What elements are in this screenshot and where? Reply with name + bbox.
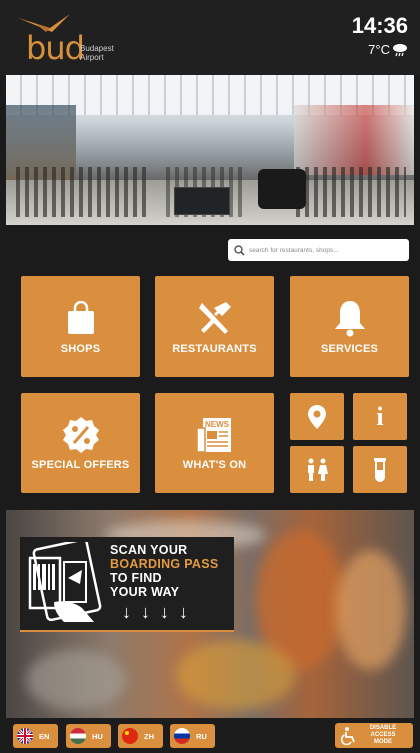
access-mode-label: DISABLE ACCESS MODE — [369, 725, 397, 745]
clock: 14:36 — [351, 13, 408, 38]
language-label: ZH — [144, 731, 154, 741]
toilets-icon — [308, 458, 328, 481]
language-ru-button[interactable]: RU — [170, 724, 215, 748]
hungary-flag-icon — [70, 728, 86, 744]
map-pin-icon — [308, 404, 326, 429]
shops-label: SHOPS — [60, 343, 101, 355]
down-arrows: ↓ ↓ ↓ ↓ — [122, 602, 188, 623]
weather: 7°C — [368, 42, 408, 58]
services-label: SERVICES — [320, 343, 379, 355]
discount-badge-icon — [62, 417, 99, 453]
header: bud Budapest Airport 14:36 7°C — [0, 0, 420, 75]
restaurants-label: RESTAURANTS — [172, 343, 257, 355]
map-tile[interactable] — [290, 393, 344, 440]
logo-subtitle: Budapest Airport — [80, 44, 114, 62]
boarding-pass-scan-icon — [28, 542, 102, 622]
language-zh-button[interactable]: ZH — [118, 724, 163, 748]
china-flag-icon — [122, 728, 138, 744]
lab-tile[interactable] — [353, 446, 407, 493]
shops-tile[interactable]: SHOPS — [21, 276, 140, 377]
special-offers-tile[interactable]: SPECIAL OFFERS — [21, 393, 140, 493]
cloud-rain-icon — [393, 44, 407, 57]
language-hu-button[interactable]: HU — [66, 724, 111, 748]
search-box[interactable] — [228, 239, 409, 261]
toilets-tile[interactable] — [290, 446, 344, 493]
news-text: NEWS — [205, 420, 230, 429]
newspaper-icon: NEWS — [195, 418, 231, 453]
disable-access-mode-button[interactable]: DISABLE ACCESS MODE — [335, 723, 413, 748]
fork-knife-icon — [198, 302, 231, 334]
scan-text: SCAN YOUR BOARDING PASS TO FIND YOUR WAY — [110, 543, 219, 599]
test-tube-icon — [374, 457, 386, 482]
terminal-photo — [6, 75, 414, 225]
whats-on-label: WHAT'S ON — [182, 459, 247, 471]
bell-icon — [334, 301, 365, 337]
whats-on-tile[interactable]: NEWS WHAT'S ON — [155, 393, 274, 493]
logo-text: bud — [26, 29, 85, 67]
restaurants-tile[interactable]: RESTAURANTS — [155, 276, 274, 377]
info-icon: i — [376, 401, 384, 431]
search-input[interactable] — [249, 246, 399, 254]
language-label: RU — [196, 731, 207, 741]
wheelchair-icon — [341, 726, 355, 745]
info-tile[interactable]: i — [353, 393, 407, 440]
down-arrow-icon: ↓ — [160, 602, 169, 622]
shopping-bag-icon — [67, 301, 94, 334]
down-arrow-icon: ↓ — [179, 602, 188, 622]
services-tile[interactable]: SERVICES — [290, 276, 409, 377]
uk-flag-icon — [17, 728, 33, 744]
russia-flag-icon — [174, 728, 190, 744]
language-label: EN — [39, 731, 50, 741]
down-arrow-icon: ↓ — [141, 602, 150, 622]
search-icon — [234, 244, 245, 256]
down-arrow-icon: ↓ — [122, 602, 131, 622]
language-label: HU — [92, 731, 103, 741]
banner-underline — [20, 630, 234, 632]
temperature: 7°C — [368, 42, 390, 57]
airport-logo: bud Budapest Airport — [16, 14, 126, 64]
language-en-button[interactable]: EN — [13, 724, 58, 748]
special-offers-label: SPECIAL OFFERS — [31, 459, 130, 471]
